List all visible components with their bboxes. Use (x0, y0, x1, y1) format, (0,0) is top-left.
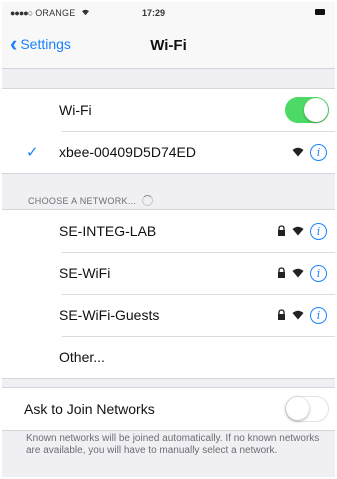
network-icons: i (277, 222, 327, 240)
battery-icon (315, 9, 325, 15)
lock-icon (278, 309, 285, 320)
other-network-label: Other... (59, 349, 105, 365)
wifi-toggle[interactable] (285, 97, 329, 123)
network-name: SE-INTEG-LAB (59, 223, 157, 239)
info-icon[interactable]: i (310, 306, 327, 324)
network-row[interactable]: SE-WiFi i (2, 252, 335, 294)
wifi-toggle-row: Wi-Fi (2, 89, 335, 131)
network-icons: i (277, 264, 327, 282)
phone-screen: ●●●●○ ORANGE 17:29 ‹ Settings Wi-Fi Wi-Fi… (2, 2, 335, 477)
ask-to-join-row: Ask to Join Networks (2, 388, 335, 430)
status-bar: ●●●●○ ORANGE 17:29 (2, 2, 335, 24)
network-name: SE-WiFi (59, 265, 111, 281)
signal-icon: ●●●●○ (10, 8, 33, 18)
wifi-icon (292, 310, 304, 320)
wifi-status-icon (82, 9, 90, 16)
ask-to-join-description: Known networks will be joined automatica… (26, 433, 320, 456)
network-icons: i (277, 306, 327, 324)
connected-network-name: xbee-00409D5D74ED (59, 144, 196, 160)
wifi-icon (292, 147, 304, 157)
ask-to-join-toggle[interactable] (285, 396, 329, 422)
status-time: 17:29 (142, 8, 166, 18)
wifi-icon (292, 268, 304, 278)
network-row[interactable]: SE-WiFi-Guests i (2, 294, 335, 336)
networks-group: SE-INTEG-LAB i SE-WiFi i SE-WiFi-Guests … (2, 209, 335, 379)
wifi-label: Wi-Fi (59, 102, 92, 118)
wifi-group: Wi-Fi ✓ xbee-00409D5D74ED i (2, 88, 335, 174)
choose-network-label: CHOOSE A NETWORK... (28, 195, 137, 206)
network-row[interactable]: SE-INTEG-LAB i (2, 210, 335, 252)
network-name: SE-WiFi-Guests (59, 307, 160, 323)
lock-icon (278, 267, 285, 278)
info-icon[interactable]: i (310, 143, 327, 161)
wifi-icon (292, 226, 304, 236)
page-title: Wi-Fi (150, 37, 187, 54)
ask-to-join-group: Ask to Join Networks (2, 387, 335, 431)
navigation-bar: ‹ Settings Wi-Fi (2, 24, 335, 69)
connected-network-row[interactable]: ✓ xbee-00409D5D74ED i (2, 131, 335, 173)
ask-to-join-label: Ask to Join Networks (24, 401, 155, 417)
toggle-knob (286, 397, 309, 420)
toggle-knob (304, 98, 328, 122)
info-icon[interactable]: i (310, 264, 327, 282)
choose-network-header: CHOOSE A NETWORK... (28, 195, 154, 206)
lock-icon (278, 225, 285, 236)
network-icons: i (292, 143, 327, 161)
check-icon: ✓ (26, 144, 39, 161)
spinner-icon (142, 195, 154, 206)
carrier-indicator: ●●●●○ ORANGE (10, 8, 90, 18)
carrier-name: ORANGE (35, 8, 76, 18)
info-icon[interactable]: i (310, 222, 327, 240)
other-network-row[interactable]: Other... (2, 336, 335, 378)
